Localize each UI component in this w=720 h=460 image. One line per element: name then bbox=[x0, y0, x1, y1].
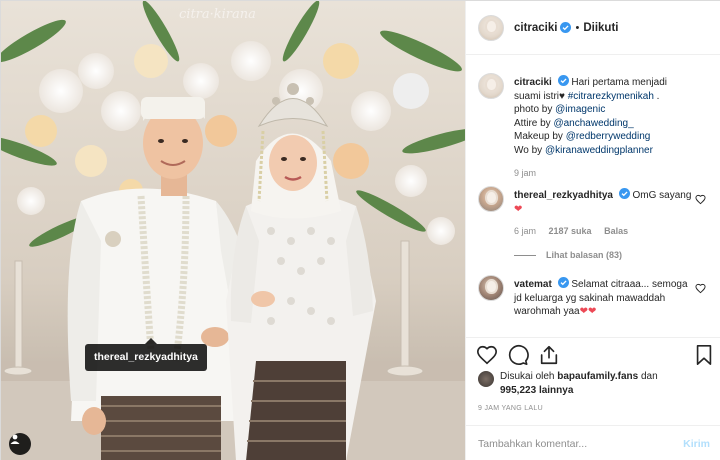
caption-period: . bbox=[656, 90, 660, 102]
mention-link[interactable]: @redberrywedding bbox=[566, 131, 651, 142]
follow-status-button[interactable]: Diikuti bbox=[583, 22, 618, 34]
caption-username[interactable]: citraciki bbox=[514, 77, 552, 88]
bookmark-icon[interactable] bbox=[694, 344, 714, 366]
verified-icon bbox=[618, 188, 630, 199]
likes-prefix: Disukai oleh bbox=[500, 371, 555, 382]
verified-icon bbox=[557, 277, 569, 288]
likes-text: Disukai oleh bapaufamily.fans dan 995,22… bbox=[500, 370, 658, 397]
caption-body: citraciki Hari pertama menjadi suami ist… bbox=[514, 75, 694, 180]
heart-icon[interactable] bbox=[695, 283, 706, 294]
avatar[interactable] bbox=[478, 371, 494, 387]
likes-count[interactable]: 995,223 bbox=[500, 385, 536, 396]
photo-by-label: photo by bbox=[514, 104, 553, 116]
makeup-by-label: Makeup by bbox=[514, 131, 563, 143]
likes-summary: Disukai oleh bapaufamily.fans dan 995,22… bbox=[478, 370, 714, 397]
caption-heart: ♥ bbox=[559, 90, 565, 102]
post-header: citraciki • Diikuti bbox=[466, 1, 720, 55]
heart-icon[interactable] bbox=[695, 194, 706, 205]
post-side-panel: citraciki • Diikuti citraciki Hari perta… bbox=[465, 1, 720, 460]
comment-meta: 6 jam 2187 suka Balas bbox=[514, 225, 694, 239]
comment-icon[interactable] bbox=[507, 344, 529, 366]
mention-link[interactable]: @imagenic bbox=[555, 104, 605, 115]
photo-watermark: citra·kirana bbox=[179, 7, 256, 22]
avatar[interactable] bbox=[478, 186, 504, 212]
comment-username[interactable]: thereal_rezkyadhitya bbox=[514, 190, 613, 201]
user-tag-icon[interactable] bbox=[9, 433, 31, 455]
avatar[interactable] bbox=[478, 275, 504, 301]
add-comment-bar: Kirim bbox=[466, 425, 720, 460]
comment-input[interactable] bbox=[478, 437, 684, 450]
share-icon[interactable] bbox=[538, 344, 560, 366]
post-photo[interactable]: citra·kirana thereal_rezkyadhitya bbox=[1, 1, 465, 460]
comment-text: OmG sayang bbox=[632, 190, 692, 201]
post-timestamp[interactable]: 9 JAM YANG LALU bbox=[478, 405, 543, 412]
wedding-photo-illustration bbox=[1, 1, 465, 460]
mention-link[interactable]: @anchawedding_ bbox=[553, 118, 633, 129]
post-actions: Disukai oleh bapaufamily.fans dan 995,22… bbox=[466, 337, 720, 431]
heart-emoji: ❤❤ bbox=[579, 306, 597, 318]
view-replies-button[interactable]: Lihat balasan (83) bbox=[514, 249, 694, 263]
attire-by-label: Attire by bbox=[514, 117, 551, 129]
caption-time[interactable]: 9 jam bbox=[514, 168, 536, 178]
reply-button[interactable]: Balas bbox=[604, 226, 628, 236]
mention-link[interactable]: @kiranaweddingplanner bbox=[545, 145, 653, 156]
likes-and: dan bbox=[641, 371, 658, 382]
likes-suffix[interactable]: lainnya bbox=[539, 385, 573, 396]
user-tag-bubble[interactable]: thereal_rezkyadhitya bbox=[85, 338, 207, 371]
caption-meta: 9 jam bbox=[514, 167, 694, 181]
comment-likes[interactable]: 2187 suka bbox=[549, 226, 592, 236]
heart-emoji: ❤ bbox=[514, 203, 523, 215]
replies-line bbox=[514, 255, 536, 257]
verified-icon bbox=[557, 75, 569, 86]
comments-list: citraciki Hari pertama menjadi suami ist… bbox=[466, 55, 720, 337]
avatar[interactable] bbox=[478, 14, 504, 41]
verified-icon bbox=[560, 22, 572, 33]
post-comment-button[interactable]: Kirim bbox=[683, 438, 710, 450]
separator-dot: • bbox=[575, 21, 580, 34]
avatar[interactable] bbox=[478, 73, 504, 99]
liker-username[interactable]: bapaufamily.fans bbox=[557, 371, 638, 382]
action-icons bbox=[476, 344, 716, 368]
post-dialog: citra·kirana thereal_rezkyadhitya citrac… bbox=[0, 0, 720, 460]
view-replies-label: Lihat balasan (83) bbox=[546, 249, 623, 260]
comment-time[interactable]: 6 jam bbox=[514, 226, 536, 236]
comment-body: vatemat Selamat citraaa... semoga jd kel… bbox=[514, 277, 694, 319]
header-username[interactable]: citraciki bbox=[514, 22, 557, 34]
hashtag-link[interactable]: #citrarezkymenikah bbox=[568, 91, 654, 102]
comment-username[interactable]: vatemat bbox=[514, 279, 552, 290]
wo-by-label: Wo by bbox=[514, 144, 543, 156]
heart-icon[interactable] bbox=[476, 344, 498, 366]
comment-body: thereal_rezkyadhitya OmG sayang ❤ 6 jam 2… bbox=[514, 188, 694, 262]
